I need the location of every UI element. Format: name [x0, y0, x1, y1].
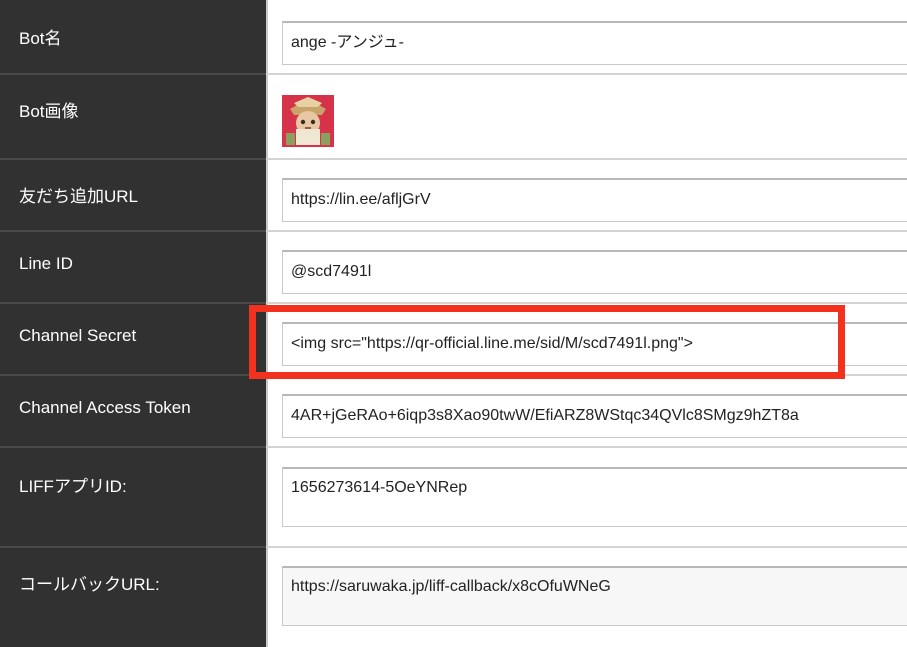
bot-image-label: Bot画像: [19, 102, 79, 121]
label-cell: コールバックURL:: [0, 548, 266, 647]
label-cell: Bot画像: [0, 75, 266, 158]
label-cell: 友だち追加URL: [0, 160, 266, 230]
channel-secret-label: Channel Secret: [19, 326, 137, 345]
callback-url-field: https://saruwaka.jp/liff-callback/x8cOfu…: [282, 566, 907, 626]
label-cell: Bot名: [0, 0, 266, 73]
liff-app-id-label: LIFFアプリID:: [19, 477, 127, 496]
line-id-field[interactable]: @scd7491l: [282, 250, 907, 294]
bot-name-label: Bot名: [19, 29, 62, 48]
add-friend-url-label: 友だち追加URL: [19, 187, 139, 206]
label-cell: Channel Access Token: [0, 376, 266, 446]
line-id-label: Line ID: [19, 254, 73, 273]
channel-access-token-field[interactable]: 4AR+jGeRAo+6iqp3s8Xao90twW/EfiARZ8WStqc3…: [282, 394, 907, 438]
bot-name-field[interactable]: ange -アンジュ-: [282, 21, 907, 65]
channel-secret-field[interactable]: <img src="https://qr-official.line.me/si…: [282, 322, 907, 366]
add-friend-url-field[interactable]: https://lin.ee/afljGrV: [282, 178, 907, 222]
bot-avatar-image[interactable]: [282, 95, 334, 147]
channel-access-token-label: Channel Access Token: [19, 398, 191, 417]
callback-url-label: コールバックURL:: [19, 575, 160, 594]
label-cell: Line ID: [0, 232, 266, 302]
value-cell: [266, 75, 907, 158]
settings-form: Bot名 ange -アンジュ- Bot画像 友だち追加URL https://…: [0, 0, 907, 647]
liff-app-id-field[interactable]: 1656273614-5OeYNRep: [282, 467, 907, 527]
label-cell: Channel Secret: [0, 304, 266, 374]
row-bot-image: Bot画像: [0, 75, 907, 158]
label-cell: LIFFアプリID:: [0, 448, 266, 546]
